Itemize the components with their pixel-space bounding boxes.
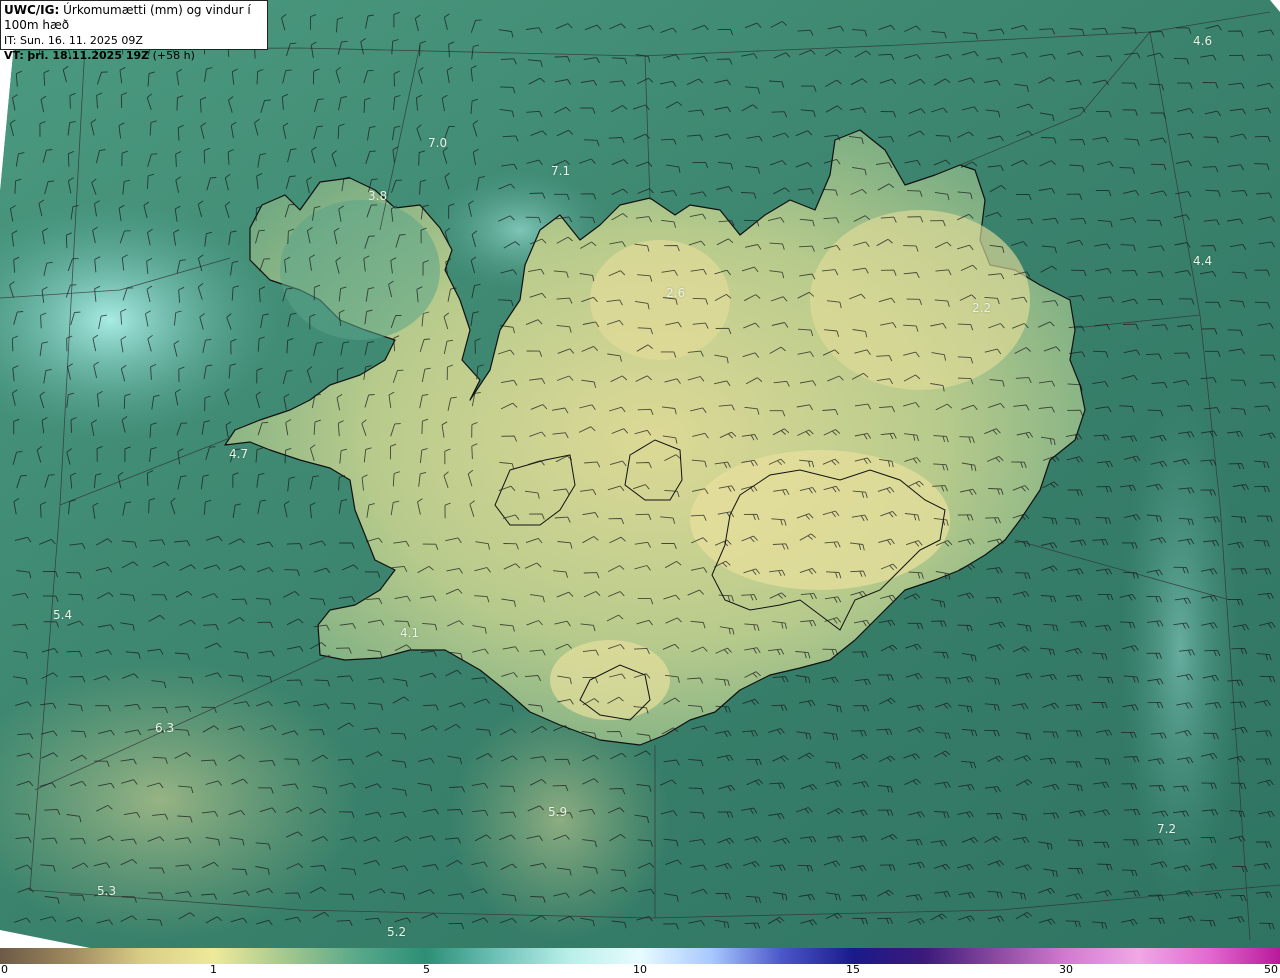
value-label: 7.0 xyxy=(428,136,448,150)
value-label: 5.3 xyxy=(97,884,117,898)
value-label: 5.9 xyxy=(548,805,568,819)
value-label: 2.6 xyxy=(666,286,686,300)
interior-dry-north xyxy=(590,240,730,360)
colorbar-tick-label: 0 xyxy=(1,963,8,976)
header-model: UWC/IG: xyxy=(4,3,60,17)
value-label: 4.6 xyxy=(1193,34,1213,48)
colorbar-tick-label: 10 xyxy=(633,963,647,976)
header-info-box: UWC/IG: Úrkomumætti (mm) og vindur í 100… xyxy=(0,0,268,62)
colorbar-tick-label: 50 xyxy=(1264,963,1278,976)
value-label: 3.8 xyxy=(368,189,388,203)
value-label: 5.4 xyxy=(53,608,73,622)
colorbar-tick-label: 15 xyxy=(846,963,860,976)
value-label: 2.2 xyxy=(972,301,992,315)
map-canvas xyxy=(0,0,1280,948)
value-label: 4.4 xyxy=(1193,254,1213,268)
westfjords-wet xyxy=(280,200,440,340)
colorbar-gradient xyxy=(0,948,1280,964)
colorbar-tick-label: 5 xyxy=(423,963,430,976)
colorbar-tick-label: 1 xyxy=(210,963,217,976)
value-label: 4.1 xyxy=(400,626,420,640)
value-label: 7.2 xyxy=(1157,822,1177,836)
value-label: 6.3 xyxy=(155,721,175,735)
header-issue-time: IT: Sun. 16. 11. 2025 09Z xyxy=(4,34,143,47)
header-valid-prefix: VT: xyxy=(4,49,24,62)
colorbar-tick-label: 30 xyxy=(1059,963,1073,976)
header-valid-time: þri. 18.11.2025 19Z xyxy=(27,49,150,62)
header-lead-time: (+58 h) xyxy=(152,49,195,62)
value-label: 4.7 xyxy=(229,447,249,461)
interior-dry-south xyxy=(550,640,670,720)
colorbar xyxy=(0,948,1280,964)
value-label: 5.2 xyxy=(387,925,407,939)
header-title-line: UWC/IG: Úrkomumætti (mm) og vindur í 100… xyxy=(4,3,264,33)
value-label: 7.1 xyxy=(551,164,571,178)
header-valid-line: VT: þri. 18.11.2025 19Z (+58 h) xyxy=(4,48,264,63)
